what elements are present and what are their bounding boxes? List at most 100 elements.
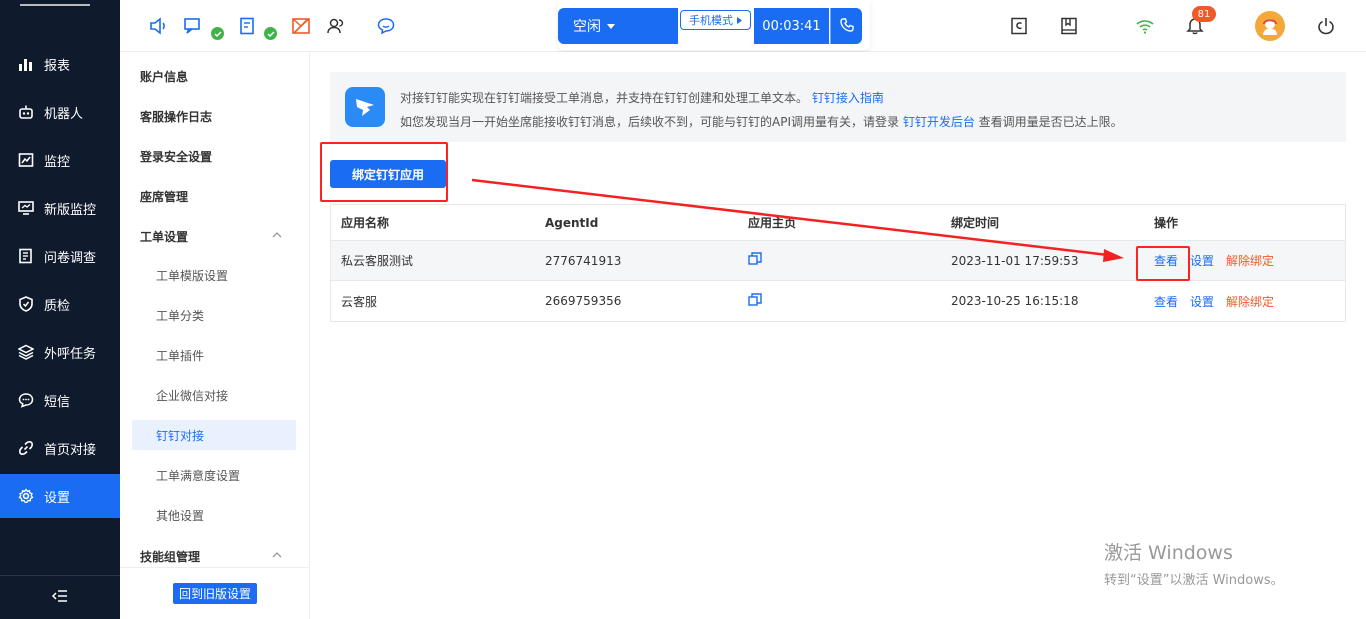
column-header: AgentId [545,215,599,230]
submenu-ticket-satisfaction[interactable]: 工单满意度设置 [132,460,296,490]
submenu-seat-management[interactable]: 座席管理 [132,181,296,211]
power-icon [1318,18,1334,35]
document-check-icon[interactable] [237,16,259,36]
app-name-cell: 云客服 [341,294,378,309]
collapse-menu-icon [51,589,68,606]
main-content: 对接钉钉能实现在钉钉端接受工单消息，并支持在钉钉创建和处理工单文本。 钉钉接入指… [310,52,1366,619]
gear-icon [18,488,34,504]
sidebar-item-quality[interactable]: 质检 [0,282,120,326]
sidebar-item-sms[interactable]: 短信 [0,378,120,422]
settings-link[interactable]: 设置 [1190,293,1214,310]
submenu-login-security[interactable]: 登录安全设置 [132,141,296,171]
caret-right-icon [737,14,742,27]
settings-link[interactable]: 设置 [1190,252,1214,269]
sidebar-item-survey[interactable]: 问卷调查 [0,234,120,278]
submenu-footer: 回到旧版设置 [120,567,310,619]
info-text: 对接钉钉能实现在钉钉端接受工单消息，并支持在钉钉创建和处理工单文本。 [400,91,809,105]
dingtalk-guide-link[interactable]: 钉钉接入指南 [812,91,884,105]
phone-call-button[interactable] [830,8,862,44]
sidebar-item-outbound[interactable]: 外呼任务 [0,330,120,374]
chat-bot-icon[interactable] [375,16,397,36]
chevron-up-icon [272,552,282,558]
submenu-ticket-settings[interactable]: 工单设置 [132,221,296,251]
sidebar-item-settings[interactable]: 设置 [0,474,120,518]
sidebar-item-new-monitor[interactable]: 新版监控 [0,186,120,230]
agent-id-cell: 2776741913 [545,253,622,268]
submenu-label: 工单满意度设置 [156,468,241,483]
clipboard-c-icon[interactable] [1008,16,1030,36]
phone-icon [839,17,854,35]
volume-icon[interactable] [148,16,170,36]
settings-submenu: 账户信息 客服操作日志 登录安全设置 座席管理 工单设置 工单模版设置 工单分类… [120,52,310,619]
sidebar-item-label: 首页对接 [44,442,97,458]
phone-mode-label: 手机模式 [689,14,733,27]
shield-check-icon [18,296,34,312]
caret-down-icon [607,18,615,34]
dingtalk-info-banner: 对接钉钉能实现在钉钉端接受工单消息，并支持在钉钉创建和处理工单文本。 钉钉接入指… [330,72,1346,142]
app-homepage-cell [748,281,762,321]
submenu-account-info[interactable]: 账户信息 [132,61,296,91]
bind-time-cell: 2023-11-01 17:59:53 [951,253,1079,268]
phone-mode-toggle[interactable]: 手机模式 [680,10,751,30]
unbind-link[interactable]: 解除绑定 [1226,293,1274,310]
submenu-ticket-category[interactable]: 工单分类 [132,300,296,330]
book-icon[interactable] [1058,16,1080,36]
chat-monitor-icon[interactable] [182,16,204,36]
sidebar-item-label: 设置 [44,490,71,506]
bind-time-cell: 2023-10-25 16:15:18 [951,294,1079,308]
info-text: 如您发现当月一开始坐席能接收钉钉消息，后续收不到，可能与钉钉的API调用量有关，… [400,115,899,129]
power-logout-button[interactable] [1315,16,1337,36]
submenu-label: 企业微信对接 [156,388,229,403]
watermark-title: 激活 Windows [1104,542,1233,564]
bind-dingtalk-app-button[interactable]: 绑定钉钉应用 [330,160,446,188]
submenu-wecom-integration[interactable]: 企业微信对接 [132,380,296,410]
call-timer: 00:03:41 [754,8,829,44]
submenu-label: 登录安全设置 [140,149,213,164]
info-line-1: 对接钉钉能实现在钉钉端接受工单消息，并支持在钉钉创建和处理工单文本。 钉钉接入指… [400,89,884,106]
submenu-label: 座席管理 [140,189,189,204]
info-text: 查看调用量是否已达上限。 [978,115,1123,129]
notification-bell-button[interactable]: 81 [1184,6,1216,36]
submenu-label: 客服操作日志 [140,109,213,124]
sidebar-item-homepage[interactable]: 首页对接 [0,426,120,470]
dingtalk-dev-console-link[interactable]: 钉钉开发后台 [903,115,975,129]
column-header: 应用名称 [341,216,390,230]
info-line-2: 如您发现当月一开始坐席能接收钉钉消息，后续收不到，可能与钉钉的API调用量有关，… [400,113,1123,130]
sidebar-item-robot[interactable]: 机器人 [0,90,120,134]
submenu-label: 技能组管理 [140,549,201,564]
view-link[interactable]: 查看 [1154,293,1178,310]
column-header: 绑定时间 [951,216,1000,230]
chevron-up-icon [272,232,282,238]
blocked-mail-icon[interactable] [290,16,312,36]
submenu-label: 钉钉对接 [156,428,205,443]
submenu-ticket-plugin[interactable]: 工单插件 [132,340,296,370]
sidebar-item-monitor[interactable]: 监控 [0,138,120,182]
agent-id-cell: 2669759356 [545,294,622,308]
sidebar-collapse-button[interactable] [0,575,120,619]
back-to-old-settings-button[interactable]: 回到旧版设置 [172,583,257,604]
submenu-dingtalk-integration[interactable]: 钉钉对接 [132,420,296,450]
actions-cell: 查看 设置 解除绑定 [1154,281,1286,321]
view-link[interactable]: 查看 [1154,252,1178,269]
check-status-icon [211,27,224,40]
top-header: 空闲 手机模式 00:03:41 81 [120,0,1366,52]
dingtalk-apps-table: 应用名称 AgentId 应用主页 绑定时间 操作 私云客服测试 2776741… [330,204,1346,322]
agent-status-dropdown[interactable]: 空闲 [558,8,678,44]
app-homepage-cell [748,241,762,280]
bar-chart-icon [18,56,34,72]
copy-icon[interactable] [748,292,762,310]
submenu-operation-log[interactable]: 客服操作日志 [132,101,296,131]
unbind-link[interactable]: 解除绑定 [1226,252,1274,269]
survey-icon [18,248,34,264]
submenu-other-settings[interactable]: 其他设置 [132,500,296,530]
avatar[interactable] [1255,11,1285,41]
dingtalk-logo-icon [345,87,385,127]
submenu-ticket-template[interactable]: 工单模版设置 [132,260,296,290]
sidebar-item-reports[interactable]: 报表 [0,42,120,86]
column-header: 操作 [1154,216,1179,230]
check-status-icon [264,27,277,40]
agent-avatar-icon [1263,19,1277,35]
users-icon[interactable] [325,16,347,36]
table-row: 私云客服测试 2776741913 2023-11-01 17:59:53 查看… [331,241,1345,281]
copy-icon[interactable] [748,252,762,269]
